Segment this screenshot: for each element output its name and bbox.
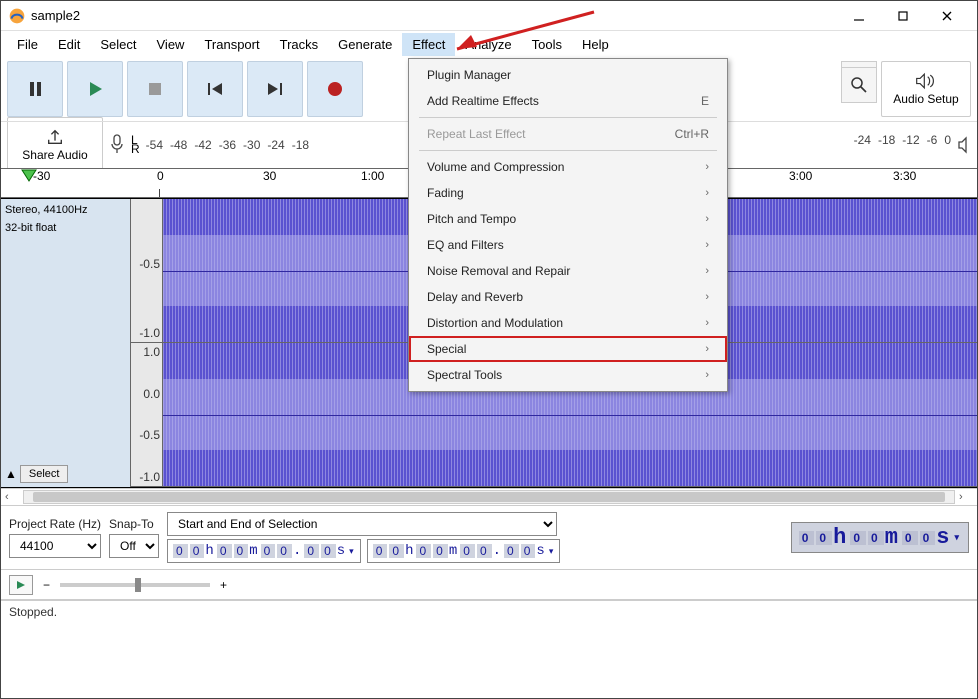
selection-mode-select[interactable]: Start and End of Selection bbox=[167, 512, 557, 536]
track-format-line1: Stereo, 44100Hz bbox=[5, 203, 126, 217]
menu-tracks[interactable]: Tracks bbox=[270, 33, 329, 56]
ruler-tick: 1:00 bbox=[361, 169, 384, 183]
record-button[interactable] bbox=[307, 61, 363, 117]
project-rate-select[interactable]: 44100 bbox=[9, 534, 101, 558]
snap-to-select[interactable]: Off bbox=[109, 534, 159, 558]
menu-transport[interactable]: Transport bbox=[194, 33, 269, 56]
track-format-line2: 32-bit float bbox=[5, 221, 126, 235]
play-button[interactable] bbox=[67, 61, 123, 117]
ruler-tick: 3:00 bbox=[789, 169, 812, 183]
transport-buttons bbox=[7, 61, 363, 117]
effect-plugin-manager[interactable]: Plugin Manager bbox=[409, 62, 727, 88]
scroll-thumb[interactable] bbox=[33, 492, 944, 502]
skip-end-button[interactable] bbox=[247, 61, 303, 117]
slider-minus-icon: − bbox=[43, 578, 50, 592]
menu-select[interactable]: Select bbox=[90, 33, 146, 56]
skip-start-button[interactable] bbox=[187, 61, 243, 117]
scroll-left-icon[interactable]: ‹ bbox=[5, 491, 19, 503]
amplitude-scale: -0.5-1.0 bbox=[131, 199, 163, 342]
audio-setup-label: Audio Setup bbox=[893, 92, 958, 106]
playback-speed-slider[interactable] bbox=[60, 583, 210, 587]
track-collapse-icon[interactable]: ▲ bbox=[5, 467, 17, 481]
effect-volume-compression[interactable]: Volume and Compression› bbox=[409, 154, 727, 180]
slider-plus-icon: + bbox=[220, 578, 227, 592]
stop-button[interactable] bbox=[127, 61, 183, 117]
effect-pitch-tempo[interactable]: Pitch and Tempo› bbox=[409, 206, 727, 232]
project-rate-label: Project Rate (Hz) bbox=[9, 517, 101, 531]
mic-channel-labels: LR bbox=[131, 136, 140, 154]
effect-special[interactable]: Special› bbox=[409, 336, 727, 362]
playback-meter-scale[interactable]: -24-18-12-60 bbox=[854, 133, 971, 157]
share-audio-label: Share Audio bbox=[22, 148, 87, 162]
snap-to-label: Snap-To bbox=[109, 517, 159, 531]
effect-delay-reverb[interactable]: Delay and Reverb› bbox=[409, 284, 727, 310]
effect-spectral-tools[interactable]: Spectral Tools› bbox=[409, 362, 727, 388]
window-minimize-button[interactable] bbox=[837, 2, 881, 30]
selection-start-time[interactable]: 00h00m00.00s▾ bbox=[167, 539, 361, 563]
window-close-button[interactable] bbox=[925, 2, 969, 30]
effect-menu-dropdown: Plugin Manager Add Realtime EffectsE Rep… bbox=[408, 58, 728, 392]
menu-file[interactable]: File bbox=[7, 33, 48, 56]
menu-generate[interactable]: Generate bbox=[328, 33, 402, 56]
effect-add-realtime[interactable]: Add Realtime EffectsE bbox=[409, 88, 727, 114]
window-title: sample2 bbox=[31, 8, 837, 23]
share-audio-button[interactable]: Share Audio bbox=[7, 117, 103, 173]
audio-setup-button[interactable]: Audio Setup bbox=[881, 61, 971, 117]
horizontal-scrollbar[interactable]: ‹ › bbox=[1, 488, 977, 506]
ruler-tick: 3:30 bbox=[893, 169, 916, 183]
effect-eq-filters[interactable]: EQ and Filters› bbox=[409, 232, 727, 258]
selection-toolbar: Project Rate (Hz) 44100 Snap-To Off Star… bbox=[1, 506, 977, 570]
amplitude-scale: 1.00.0-0.5-1.0 bbox=[131, 343, 163, 486]
speaker-meter-icon bbox=[957, 133, 971, 157]
scroll-right-icon[interactable]: › bbox=[959, 491, 973, 503]
effect-noise-removal[interactable]: Noise Removal and Repair› bbox=[409, 258, 727, 284]
audacity-logo-icon bbox=[9, 8, 25, 24]
ruler-tick: -30 bbox=[33, 169, 50, 183]
menu-view[interactable]: View bbox=[147, 33, 195, 56]
ruler-tick: 0 bbox=[157, 169, 164, 183]
selection-end-time[interactable]: 00h00m00.00s▾ bbox=[367, 539, 561, 563]
track-info-panel[interactable]: Stereo, 44100Hz 32-bit float ▲ Select bbox=[1, 199, 131, 487]
effect-repeat-last: Repeat Last EffectCtrl+R bbox=[409, 121, 727, 147]
status-bar: Stopped. bbox=[1, 600, 977, 622]
menu-edit[interactable]: Edit bbox=[48, 33, 90, 56]
zoom-button[interactable] bbox=[841, 67, 877, 103]
annotation-arrow-icon bbox=[439, 7, 599, 57]
status-text: Stopped. bbox=[9, 605, 57, 619]
record-meter-scale[interactable]: -54-48-42-36-30-24-18 bbox=[146, 138, 309, 152]
track-select-button[interactable]: Select bbox=[20, 465, 69, 483]
play-at-speed-toolbar: − + bbox=[1, 570, 977, 600]
play-at-speed-button[interactable] bbox=[9, 575, 33, 595]
microphone-icon bbox=[109, 133, 125, 157]
ruler-tick: 30 bbox=[263, 169, 276, 183]
audio-position-time[interactable]: 00 h 00 m 00 s▾ bbox=[791, 522, 969, 553]
effect-distortion-modulation[interactable]: Distortion and Modulation› bbox=[409, 310, 727, 336]
pause-button[interactable] bbox=[7, 61, 63, 117]
window-maximize-button[interactable] bbox=[881, 2, 925, 30]
effect-fading[interactable]: Fading› bbox=[409, 180, 727, 206]
